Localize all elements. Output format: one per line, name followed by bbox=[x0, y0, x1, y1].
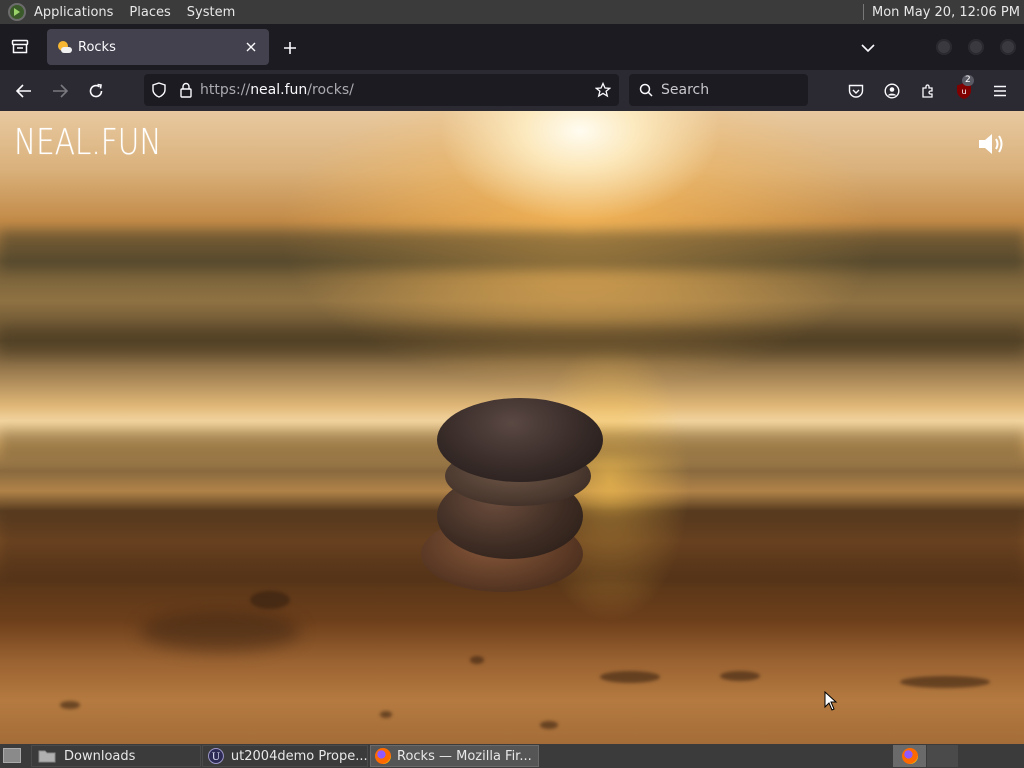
new-tab-button[interactable] bbox=[278, 36, 302, 60]
url-text[interactable]: https://neal.fun/rocks/ bbox=[200, 82, 354, 98]
panel-menu: Applications Places System bbox=[26, 0, 243, 24]
shield-icon[interactable] bbox=[152, 82, 166, 98]
svg-text:u: u bbox=[961, 87, 966, 96]
extensions-button[interactable] bbox=[915, 78, 941, 104]
taskbar-item-rocks-firefox[interactable]: Rocks — Mozilla Fir... bbox=[370, 745, 539, 767]
show-desktop-icon[interactable] bbox=[3, 748, 21, 763]
svg-text:U: U bbox=[212, 752, 220, 763]
search-bar[interactable]: Search bbox=[629, 74, 808, 106]
clock-text[interactable]: Mon May 20, 12:06 PM bbox=[872, 5, 1020, 20]
extension-badge: 2 bbox=[962, 75, 974, 86]
top-panel: Applications Places System Mon May 20, 1… bbox=[0, 0, 1024, 24]
firefox-view-icon bbox=[11, 39, 29, 54]
maximize-window-button[interactable] bbox=[968, 39, 984, 55]
rock-top[interactable] bbox=[437, 398, 603, 482]
url-path: /rocks/ bbox=[307, 82, 354, 98]
pocket-button[interactable] bbox=[843, 78, 869, 104]
sand-pebble bbox=[380, 711, 392, 718]
taskbar-label: Rocks — Mozilla Fir... bbox=[397, 748, 532, 764]
search-icon bbox=[639, 83, 653, 97]
list-all-tabs-button[interactable] bbox=[856, 36, 880, 60]
close-icon bbox=[246, 42, 256, 52]
background-band bbox=[0, 231, 1024, 271]
pocket-icon bbox=[848, 84, 864, 98]
close-window-button[interactable] bbox=[1000, 39, 1016, 55]
sand-pebble bbox=[900, 676, 990, 688]
sand-pebble bbox=[60, 701, 80, 709]
back-button[interactable] bbox=[11, 78, 37, 104]
tab-strip: Rocks bbox=[0, 24, 1024, 70]
plus-icon bbox=[284, 42, 296, 54]
navigation-toolbar: https://neal.fun/rocks/ Search u 2 bbox=[0, 70, 1024, 111]
folder-icon bbox=[38, 750, 56, 763]
page-content[interactable]: NEAL.FUN bbox=[0, 111, 1024, 744]
hamburger-menu-icon bbox=[994, 85, 1006, 97]
unreal-logo-icon: U bbox=[207, 748, 224, 764]
firefox-view-button[interactable] bbox=[0, 24, 40, 70]
speaker-icon[interactable] bbox=[977, 131, 1007, 157]
address-bar[interactable]: https://neal.fun/rocks/ bbox=[144, 74, 619, 106]
url-host: neal.fun bbox=[250, 82, 308, 98]
forward-button[interactable] bbox=[47, 78, 73, 104]
system-menu[interactable]: System bbox=[179, 0, 243, 24]
chevron-down-icon bbox=[861, 44, 875, 53]
tab-title: Rocks bbox=[78, 39, 116, 55]
workspace-switcher[interactable] bbox=[893, 745, 926, 767]
sand-pebble bbox=[250, 591, 290, 609]
reload-icon bbox=[89, 83, 103, 98]
bookmark-star-icon[interactable] bbox=[595, 82, 611, 98]
mouse-cursor-icon bbox=[824, 691, 838, 711]
tab-rocks[interactable]: Rocks bbox=[47, 29, 269, 65]
lock-icon[interactable] bbox=[180, 82, 192, 98]
app-menu-button[interactable] bbox=[987, 78, 1013, 104]
neal-fun-logo[interactable]: NEAL.FUN bbox=[14, 125, 161, 161]
sand-pebble bbox=[720, 671, 760, 681]
firefox-icon bbox=[901, 748, 918, 764]
taskbar-item-ut2004demo[interactable]: U ut2004demo Prope... bbox=[202, 745, 368, 767]
search-placeholder: Search bbox=[661, 82, 710, 98]
taskbar-item-downloads[interactable]: Downloads bbox=[31, 745, 201, 767]
account-icon bbox=[884, 83, 900, 99]
arrow-left-icon bbox=[16, 84, 31, 98]
sand-pebble bbox=[540, 721, 558, 729]
sand-pebble bbox=[600, 671, 660, 683]
bottom-panel: Downloads U ut2004demo Prope... Rocks — … bbox=[0, 744, 1024, 768]
applications-menu[interactable]: Applications bbox=[26, 0, 121, 24]
firefox-icon bbox=[375, 748, 391, 764]
places-menu[interactable]: Places bbox=[121, 0, 178, 24]
clock-applet[interactable]: Mon May 20, 12:06 PM bbox=[862, 0, 1024, 24]
background-band bbox=[0, 326, 1024, 356]
sand-shadow bbox=[140, 611, 300, 651]
taskbar-label: ut2004demo Prope... bbox=[230, 748, 367, 764]
url-scheme: https:// bbox=[200, 82, 251, 98]
gnome-foot-icon[interactable] bbox=[8, 3, 26, 21]
account-button[interactable] bbox=[879, 78, 905, 104]
puzzle-icon bbox=[922, 84, 933, 98]
reload-button[interactable] bbox=[83, 78, 109, 104]
close-tab-button[interactable] bbox=[243, 39, 259, 55]
panel-separator bbox=[862, 4, 864, 20]
minimize-window-button[interactable] bbox=[936, 39, 952, 55]
taskbar-label: Downloads bbox=[64, 748, 136, 764]
weather-favicon-icon bbox=[56, 39, 72, 55]
workspace-2[interactable] bbox=[927, 745, 958, 767]
arrow-right-icon bbox=[53, 84, 68, 98]
sand-pebble bbox=[470, 656, 484, 664]
